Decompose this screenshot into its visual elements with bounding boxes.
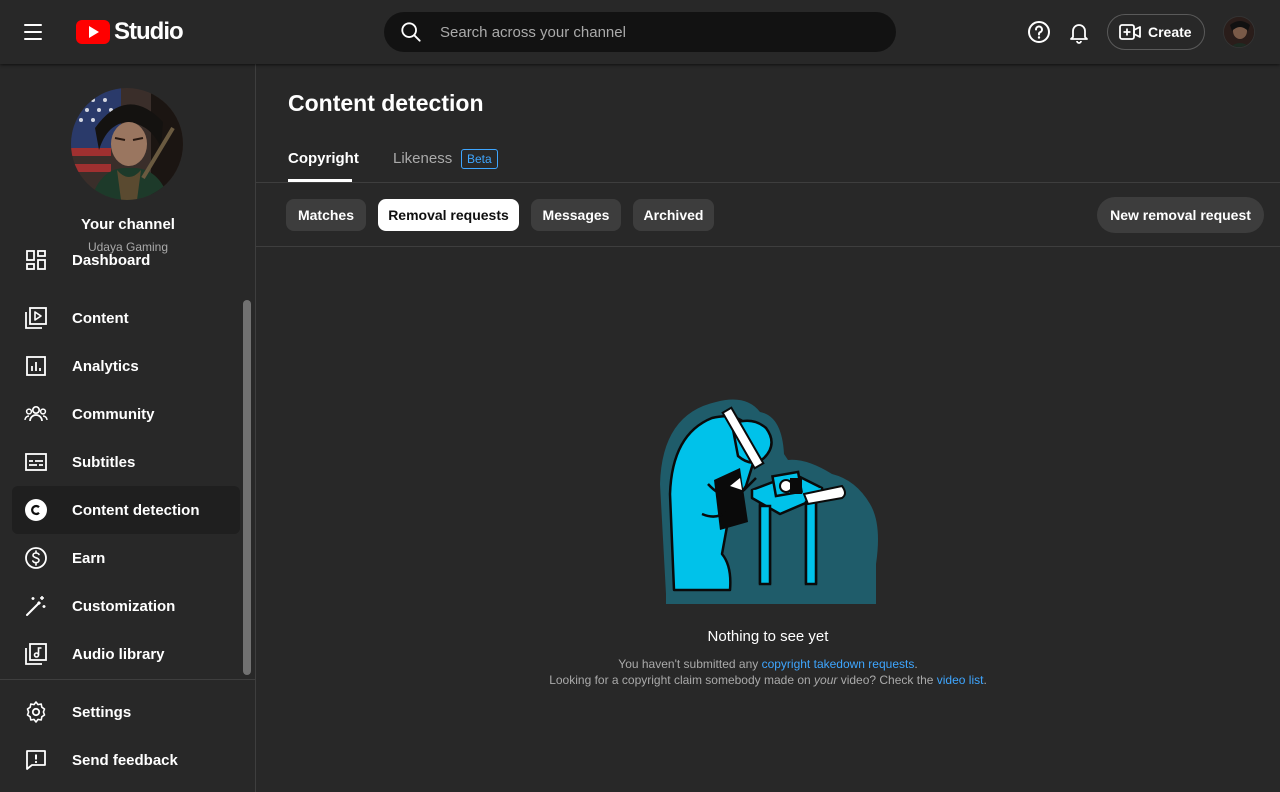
channel-name: Your channel — [81, 216, 175, 233]
sidebar-item-send-feedback[interactable]: Send feedback — [12, 736, 240, 784]
sidebar-item-dashboard[interactable]: Dashboard — [12, 246, 240, 284]
sidebar-divider — [0, 679, 255, 680]
gear-icon — [24, 700, 48, 724]
create-label: Create — [1148, 24, 1192, 40]
sidebar-item-label: Customization — [72, 597, 176, 615]
chips-divider — [256, 246, 1280, 247]
chip-removal-requests[interactable]: Removal requests — [378, 199, 519, 231]
help-icon[interactable] — [1023, 16, 1055, 48]
dollar-icon — [24, 546, 48, 570]
sidebar-scrollbar[interactable] — [243, 300, 251, 675]
empty-state-line1: You haven't submitted any copyright take… — [256, 657, 1280, 671]
empty-line1-text: You haven't submitted any — [618, 657, 762, 671]
sidebar-item-settings[interactable]: Settings — [12, 688, 240, 736]
new-removal-request-button[interactable]: New removal request — [1097, 197, 1264, 233]
channel-avatar[interactable] — [71, 88, 183, 200]
sidebar-item-label: Send feedback — [72, 751, 178, 769]
account-avatar[interactable] — [1223, 16, 1255, 48]
empty-line2-middle: video? Check the — [837, 673, 937, 687]
chip-messages[interactable]: Messages — [531, 199, 621, 231]
magic-wand-icon — [24, 594, 48, 618]
sidebar-item-label: Audio library — [72, 645, 165, 663]
sidebar-item-label: Community — [72, 405, 155, 423]
chip-archived[interactable]: Archived — [633, 199, 714, 231]
content-icon — [24, 306, 48, 330]
sidebar-item-label: Dashboard — [72, 251, 151, 269]
sidebar-item-label: Settings — [72, 703, 132, 721]
feedback-icon — [24, 748, 48, 772]
sidebar-item-label: Content detection — [72, 501, 200, 519]
studio-logo[interactable]: Studio — [76, 16, 184, 48]
beta-badge: Beta — [461, 149, 498, 169]
notifications-bell-icon[interactable] — [1063, 16, 1095, 48]
search-bar[interactable] — [384, 12, 896, 52]
copyright-takedown-requests-link[interactable]: copyright takedown requests — [762, 657, 915, 671]
sidebar-item-community[interactable]: Community — [12, 390, 240, 438]
copyright-icon — [24, 498, 48, 522]
tab-likeness[interactable]: Likeness — [393, 150, 452, 167]
chip-matches[interactable]: Matches — [286, 199, 366, 231]
top-bar: Studio Create — [0, 0, 1280, 64]
menu-icon[interactable] — [24, 20, 52, 44]
sidebar-item-label: Content — [72, 309, 129, 327]
create-button[interactable]: Create — [1107, 14, 1205, 50]
sidebar-item-audio-library[interactable]: Audio library — [12, 630, 240, 678]
logo-text: Studio — [114, 18, 184, 45]
audio-library-icon — [24, 642, 48, 666]
sidebar-item-label: Subtitles — [72, 453, 136, 471]
video-list-link[interactable]: video list — [937, 673, 984, 687]
sidebar-item-label: Earn — [72, 549, 106, 567]
tabs-divider — [256, 182, 1280, 183]
analytics-icon — [24, 354, 48, 378]
tab-copyright[interactable]: Copyright — [288, 150, 359, 167]
sidebar-item-analytics[interactable]: Analytics — [12, 342, 240, 390]
sidebar-nav: Dashboard Content Analytics Community Su… — [0, 246, 255, 679]
dashboard-icon — [24, 248, 48, 272]
youtube-logo-icon — [76, 20, 110, 44]
sidebar-item-customization[interactable]: Customization — [12, 582, 240, 630]
sidebar-item-content-detection[interactable]: Content detection — [12, 486, 240, 534]
sidebar-item-content[interactable]: Content — [12, 294, 240, 342]
sidebar-item-earn[interactable]: Earn — [12, 534, 240, 582]
main-content: Content detection Copyright Likeness Bet… — [256, 64, 1280, 792]
empty-state-title: Nothing to see yet — [707, 628, 829, 645]
search-icon — [401, 22, 421, 42]
empty-line2-text: Looking for a copyright claim somebody m… — [549, 673, 815, 687]
empty-state-illustration — [660, 399, 878, 604]
page-title: Content detection — [288, 90, 484, 116]
subtitles-icon — [24, 450, 48, 474]
sidebar-item-subtitles[interactable]: Subtitles — [12, 438, 240, 486]
empty-state-line2: Looking for a copyright claim somebody m… — [256, 673, 1280, 687]
search-input[interactable] — [440, 23, 860, 41]
empty-line2-suffix: . — [983, 673, 987, 687]
sidebar: Your channel Udaya Gaming Dashboard Cont… — [0, 64, 256, 792]
community-icon — [24, 402, 48, 426]
empty-line1-suffix: . — [914, 657, 918, 671]
sidebar-item-label: Analytics — [72, 357, 139, 375]
video-add-icon — [1119, 24, 1141, 40]
empty-line2-emphasis: your — [814, 673, 838, 687]
